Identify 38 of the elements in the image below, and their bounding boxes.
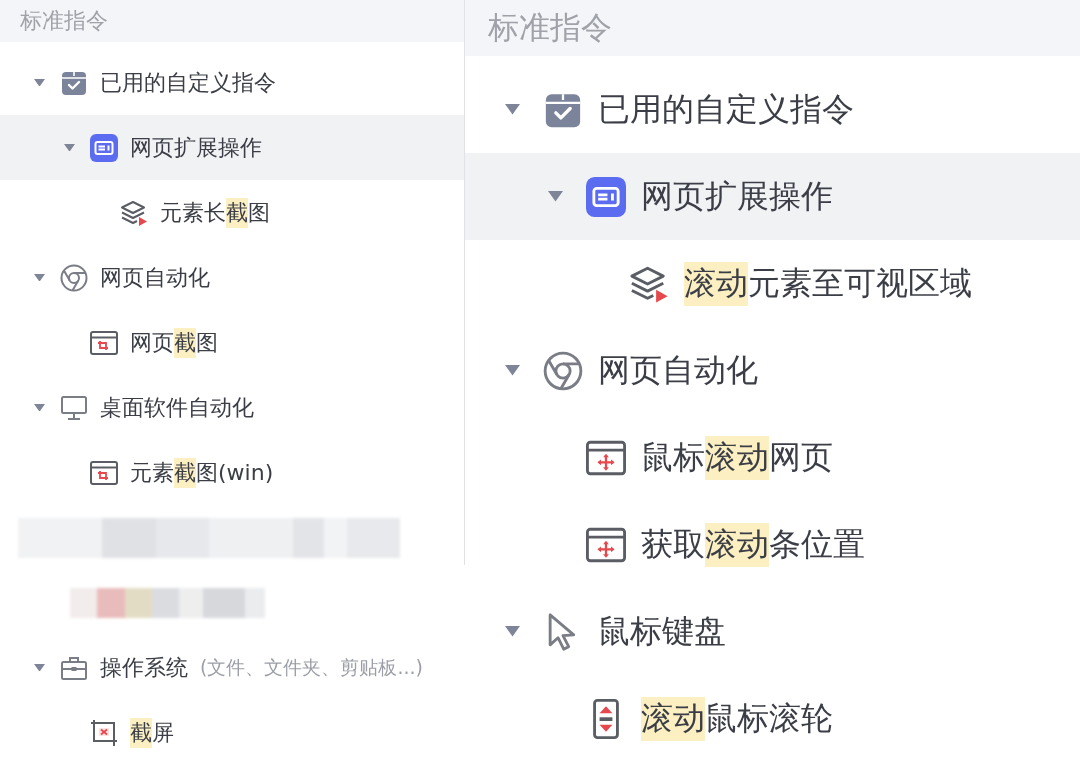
tree-item[interactable]: 已用的自定义指令 xyxy=(465,66,1080,153)
layers-icon xyxy=(120,198,148,227)
window-crop-icon xyxy=(90,458,118,487)
window-tile-icon xyxy=(90,133,118,162)
caret-icon[interactable] xyxy=(504,104,520,115)
caret-icon[interactable] xyxy=(33,663,45,672)
tree-item[interactable]: 获取滚动条位置 xyxy=(465,501,1080,588)
caret-icon[interactable] xyxy=(504,365,520,376)
caret-icon[interactable] xyxy=(33,403,45,412)
tree-item[interactable]: 已用的自定义指令 xyxy=(0,50,465,115)
tree-item[interactable]: 元素长截图 xyxy=(0,180,465,245)
tree-item[interactable]: 网页扩展操作 xyxy=(465,153,1080,240)
tree-item[interactable]: 网页自动化 xyxy=(0,245,465,310)
circle-swirl-icon xyxy=(543,350,583,391)
tree-item[interactable]: 操作系统 (文件、文件夹、剪贴板...) xyxy=(0,635,465,700)
panel-header: 标准指令 xyxy=(0,0,465,42)
tree-item[interactable]: 网页扩展操作 xyxy=(0,115,465,180)
tree-item[interactable]: 桌面软件自动化 xyxy=(0,375,465,440)
caret-icon[interactable] xyxy=(504,626,520,637)
tree-item[interactable]: 元素截图(win) xyxy=(0,440,465,505)
caret-icon[interactable] xyxy=(547,191,563,202)
caret-icon[interactable] xyxy=(33,78,45,87)
tree-item[interactable]: 鼠标键盘 xyxy=(465,588,1080,675)
window-crop-icon xyxy=(90,328,118,357)
monitor-icon xyxy=(60,393,88,422)
tree-item[interactable]: 鼠标滚动网页 xyxy=(465,414,1080,501)
description-text: (文件、文件夹、剪贴板...) xyxy=(200,654,423,680)
circle-swirl-icon xyxy=(60,263,88,292)
tree-item[interactable]: 滚动鼠标滚轮 xyxy=(465,675,1080,762)
tree-item[interactable]: 网页截图 xyxy=(0,310,465,375)
tree-item[interactable]: 截屏 xyxy=(0,700,465,765)
tree-item[interactable]: 网页自动化 xyxy=(465,327,1080,414)
tree-item[interactable]: 滚动元素至可视区域 xyxy=(465,240,1080,327)
caret-icon[interactable] xyxy=(63,143,75,152)
crop-frame-icon xyxy=(90,718,118,747)
window-tile-icon xyxy=(586,176,626,217)
caret-icon[interactable] xyxy=(33,273,45,282)
panel-header: 标准指令 xyxy=(465,0,1080,56)
